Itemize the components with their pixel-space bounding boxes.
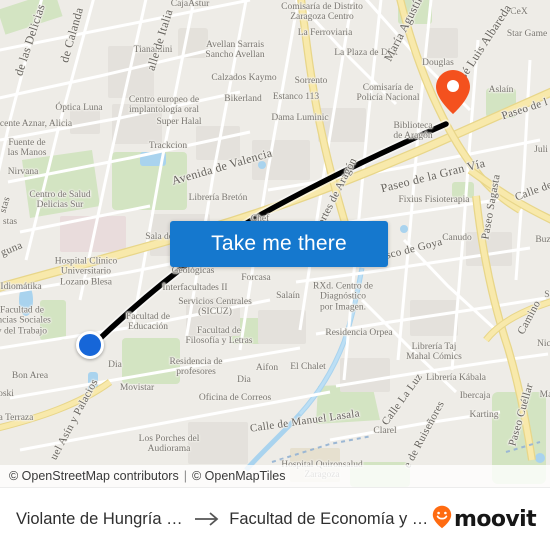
route-footer-bar: Violante de Hungría / ... Facultad de Ec… — [0, 487, 550, 550]
attribution-tiles[interactable]: © OpenMapTiles — [192, 469, 286, 483]
destination-marker[interactable] — [435, 69, 471, 115]
attribution-osm[interactable]: © OpenStreetMap contributors — [9, 469, 179, 483]
route-summary[interactable]: Violante de Hungría / ... Facultad de Ec… — [0, 510, 432, 529]
map-attribution: © OpenStreetMap contributors | © OpenMap… — [0, 465, 550, 487]
moovit-pin-icon — [432, 505, 452, 534]
map-canvas[interactable]: CajaAstur Comisaría de Distrito Zaragoza C… — [0, 0, 550, 487]
moovit-wordmark: moovit — [454, 506, 537, 532]
attribution-separator: | — [183, 469, 187, 483]
take-me-there-button[interactable]: Take me there — [170, 221, 388, 267]
moovit-route-screen: CajaAstur Comisaría de Distrito Zaragoza C… — [0, 0, 550, 550]
moovit-logo[interactable]: moovit — [432, 505, 550, 534]
origin-stop-label: Violante de Hungría / ... — [16, 509, 186, 528]
arrow-right-icon — [194, 511, 220, 527]
origin-marker[interactable] — [76, 331, 104, 359]
map-pin-icon — [436, 70, 470, 114]
destination-stop-label: Facultad de Economía y E... — [229, 509, 433, 528]
